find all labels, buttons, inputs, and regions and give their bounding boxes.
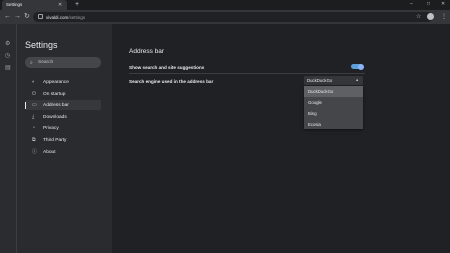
- page-title: Address bar: [129, 48, 165, 55]
- download-icon: ⤓: [32, 114, 35, 120]
- url-path: /settings: [68, 14, 86, 20]
- info-icon: ⓘ: [32, 149, 38, 155]
- address-bar[interactable]: [33, 12, 433, 22]
- forward-button[interactable]: →: [14, 13, 21, 21]
- option-label: Ecosia: [308, 121, 321, 127]
- back-button[interactable]: ←: [4, 13, 11, 21]
- site-info-icon[interactable]: [38, 13, 43, 19]
- history-rail-icon[interactable]: ◷: [5, 53, 10, 60]
- tab-close-icon[interactable]: ✕: [58, 2, 62, 8]
- search-icon: ⌕: [30, 59, 33, 66]
- sidebar-item-label: Downloads: [43, 114, 67, 120]
- notes-rail-icon[interactable]: ▤: [5, 65, 11, 72]
- toggle-knob: [358, 63, 364, 70]
- sidebar-item-label: Third Party: [43, 137, 67, 143]
- search-engine-label: Search engine used in the address bar: [129, 78, 214, 84]
- close-window-button[interactable]: ✕: [441, 1, 445, 8]
- chevron-up-icon: ▴: [356, 77, 359, 82]
- settings-rail-icon[interactable]: ⚙: [5, 41, 10, 48]
- search-input[interactable]: [25, 57, 101, 68]
- menu-icon[interactable]: ⋮: [441, 13, 447, 21]
- reload-button[interactable]: ↻: [24, 13, 30, 21]
- tab-title: Settings: [6, 2, 23, 7]
- maximize-button[interactable]: □: [427, 1, 430, 8]
- option-label: Google: [308, 100, 322, 105]
- active-indicator: [25, 101, 27, 109]
- power-icon: ⏻: [32, 91, 36, 97]
- search-placeholder: Search: [38, 60, 54, 65]
- minimize-button[interactable]: –: [410, 1, 413, 8]
- appearance-icon: ◐: [32, 79, 36, 85]
- address-bar-icon: ▭: [32, 102, 37, 108]
- bookmark-star-icon[interactable]: ☆: [416, 13, 421, 21]
- puzzle-icon: ⧉: [32, 137, 36, 143]
- selected-engine: DuckDuckGo: [307, 77, 333, 83]
- main-content: [112, 24, 450, 253]
- settings-title: Settings: [25, 40, 58, 50]
- option-label: Bing: [308, 111, 317, 116]
- suggestions-label: Show search and site suggestions: [129, 64, 205, 70]
- new-tab-button[interactable]: +: [75, 1, 79, 9]
- sidebar-item-label: Appearance: [43, 79, 69, 85]
- sidebar-item-label: Privacy: [43, 125, 59, 131]
- sidebar-item-label: About: [43, 149, 56, 155]
- sidebar-item-privacy[interactable]: [25, 123, 101, 133]
- divider: [129, 72, 365, 74]
- url-text[interactable]: vivaldi.com/settings: [46, 15, 85, 20]
- url-host: vivaldi.com: [46, 14, 69, 20]
- sidebar-item-label: Address bar: [43, 102, 69, 108]
- tab-strip: [0, 0, 450, 10]
- extension-icon[interactable]: [427, 13, 434, 20]
- sidebar-item-label: On startup: [43, 91, 66, 97]
- privacy-icon: ◔: [32, 125, 36, 131]
- option-label: DuckDuckGo: [308, 89, 334, 94]
